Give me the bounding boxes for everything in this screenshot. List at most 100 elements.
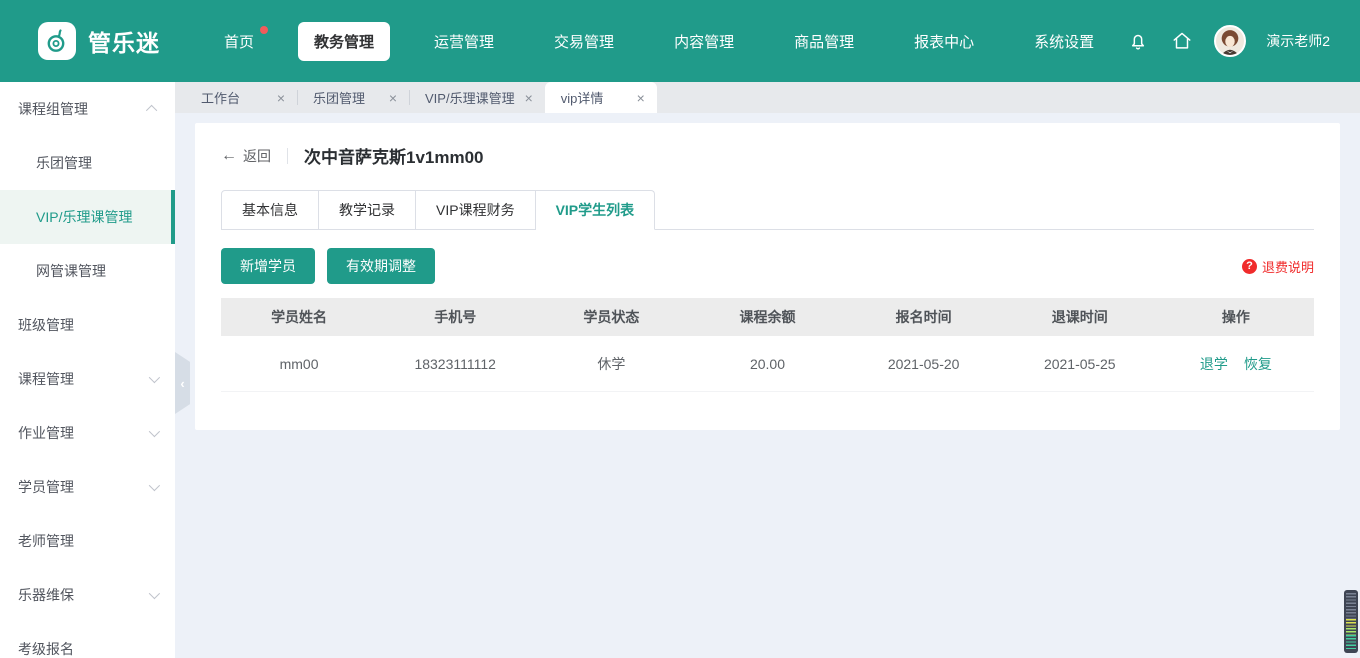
top-navbar: 管乐迷 首页 教务管理 运营管理 交易管理 内容管理 商品管理 报 <box>0 0 1360 82</box>
nav-item-academic-admin[interactable]: 教务管理 <box>298 22 390 61</box>
back-arrow-icon: ← <box>221 147 237 165</box>
drop-out-link[interactable]: 退学 <box>1200 354 1228 374</box>
back-button[interactable]: ← 返回 <box>221 146 271 166</box>
nav-item-products[interactable]: 商品管理 <box>778 22 870 61</box>
tab-workbench[interactable]: 工作台 × <box>185 82 297 113</box>
divider <box>287 148 288 164</box>
sidebar-item-label: 班级管理 <box>18 315 74 335</box>
column-header: 操作 <box>1158 307 1314 327</box>
sidebar-item-course-group[interactable]: 课程组管理 <box>0 82 175 136</box>
cell-student-name: mm00 <box>221 356 377 372</box>
logo-icon <box>38 22 76 60</box>
nav-item-transactions[interactable]: 交易管理 <box>538 22 630 61</box>
navbar-right: 演示老师2 <box>1126 25 1330 57</box>
home-icon[interactable] <box>1170 29 1194 53</box>
close-icon[interactable]: × <box>277 90 285 106</box>
sidebar-item-label: 网管课管理 <box>36 261 106 281</box>
tab-teaching-records[interactable]: 教学记录 <box>319 190 416 230</box>
chevron-down-icon <box>149 372 160 383</box>
sidebar-item-label: 考级报名 <box>18 639 74 658</box>
tab-label: 教学记录 <box>339 202 395 218</box>
tab-label: 乐团管理 <box>313 88 365 107</box>
chevron-down-icon <box>149 480 160 491</box>
student-table: 学员姓名 手机号 学员状态 课程余额 报名时间 退课时间 操作 mm00 183… <box>221 298 1314 392</box>
sidebar-item-orchestra[interactable]: 乐团管理 <box>0 136 175 190</box>
tab-orchestra-admin[interactable]: 乐团管理 × <box>297 82 409 113</box>
sidebar-item-exam-registration[interactable]: 考级报名 <box>0 622 175 658</box>
nav-item-operations[interactable]: 运营管理 <box>418 22 510 61</box>
chevron-up-icon <box>146 105 157 116</box>
sidebar-item-instrument-maintenance[interactable]: 乐器维保 <box>0 568 175 622</box>
close-icon[interactable]: × <box>637 90 645 106</box>
tab-vip-detail[interactable]: vip详情 × <box>545 82 657 113</box>
refund-note-link[interactable]: ? 退费说明 <box>1242 257 1314 276</box>
cell-withdraw-date: 2021-05-25 <box>1002 356 1158 372</box>
back-label: 返回 <box>243 146 271 166</box>
avatar[interactable] <box>1214 25 1246 57</box>
tab-label: VIP/乐理课管理 <box>425 88 515 107</box>
detail-tabs: 基本信息 教学记录 VIP课程财务 VIP学生列表 <box>221 190 1314 230</box>
adjust-validity-button[interactable]: 有效期调整 <box>327 248 435 284</box>
close-icon[interactable]: × <box>525 90 533 106</box>
sidebar-item-online-class[interactable]: 网管课管理 <box>0 244 175 298</box>
tab-basic-info[interactable]: 基本信息 <box>221 190 319 230</box>
sidebar-item-student-admin[interactable]: 学员管理 <box>0 460 175 514</box>
sidebar-item-class-admin[interactable]: 班级管理 <box>0 298 175 352</box>
sidebar-item-label: 课程管理 <box>18 369 74 389</box>
detail-card: ← 返回 次中音萨克斯1v1mm00 基本信息 教学记录 <box>195 123 1340 430</box>
cell-status: 休学 <box>533 354 689 374</box>
tab-label: VIP课程财务 <box>436 202 515 218</box>
app-window: 管乐迷 首页 教务管理 运营管理 交易管理 内容管理 商品管理 报 <box>0 0 1360 658</box>
nav-item-home[interactable]: 首页 <box>208 22 270 61</box>
nav-item-label: 运营管理 <box>434 34 494 51</box>
question-icon: ? <box>1242 259 1257 274</box>
cell-phone: 18323111112 <box>377 356 533 372</box>
nav-item-content[interactable]: 内容管理 <box>658 22 750 61</box>
tab-label: 工作台 <box>201 88 240 107</box>
column-header: 退课时间 <box>1002 307 1158 327</box>
sidebar-item-course-admin[interactable]: 课程管理 <box>0 352 175 406</box>
cell-actions: 退学 恢复 <box>1158 354 1314 374</box>
nav-item-reports[interactable]: 报表中心 <box>898 22 990 61</box>
close-icon[interactable]: × <box>389 90 397 106</box>
tab-vip-course-finance[interactable]: VIP课程财务 <box>416 190 536 230</box>
sidebar-item-vip-music-theory[interactable]: VIP/乐理课管理 <box>0 190 175 244</box>
sidebar-item-label: 乐器维保 <box>18 585 74 605</box>
user-name[interactable]: 演示老师2 <box>1266 31 1330 51</box>
cell-balance: 20.00 <box>689 356 845 372</box>
main-nav: 首页 教务管理 运营管理 交易管理 内容管理 商品管理 报表中心 系统设置 <box>208 22 1110 61</box>
restore-link[interactable]: 恢复 <box>1244 354 1272 374</box>
sidebar-collapse-handle[interactable]: ‹ <box>175 352 190 414</box>
chevron-down-icon <box>149 588 160 599</box>
nav-item-label: 交易管理 <box>554 34 614 51</box>
content-area: ← 返回 次中音萨克斯1v1mm00 基本信息 教学记录 <box>175 113 1360 658</box>
add-student-button[interactable]: 新增学员 <box>221 248 315 284</box>
nav-item-label: 教务管理 <box>314 34 374 51</box>
tab-label: 基本信息 <box>242 202 298 218</box>
back-row: ← 返回 次中音萨克斯1v1mm00 <box>221 143 1314 168</box>
nav-item-label: 首页 <box>224 34 254 51</box>
collapse-chevron-icon: ‹ <box>180 376 184 391</box>
page-title: 次中音萨克斯1v1mm00 <box>304 143 484 168</box>
sidebar: 课程组管理 乐团管理 VIP/乐理课管理 网管课管理 班级管理 课程管理 作业管… <box>0 82 175 658</box>
page-tabbar: 工作台 × 乐团管理 × VIP/乐理课管理 × vip详情 × <box>175 82 1360 113</box>
scroll-widget-segment <box>1346 593 1356 619</box>
scroll-widget[interactable] <box>1344 590 1358 653</box>
sidebar-item-teacher-admin[interactable]: 老师管理 <box>0 514 175 568</box>
logo[interactable]: 管乐迷 <box>38 22 160 60</box>
scroll-widget-segment <box>1346 619 1356 628</box>
tab-label: vip详情 <box>561 88 604 107</box>
table-row: mm00 18323111112 休学 20.00 2021-05-20 202… <box>221 336 1314 392</box>
sidebar-item-label: VIP/乐理课管理 <box>36 207 132 227</box>
logo-text: 管乐迷 <box>88 24 160 58</box>
sidebar-item-label: 乐团管理 <box>36 153 92 173</box>
sidebar-item-label: 老师管理 <box>18 531 74 551</box>
nav-item-settings[interactable]: 系统设置 <box>1018 22 1110 61</box>
sidebar-item-homework-admin[interactable]: 作业管理 <box>0 406 175 460</box>
tab-vip-student-list[interactable]: VIP学生列表 <box>536 190 656 230</box>
column-header: 手机号 <box>377 307 533 327</box>
bell-icon[interactable] <box>1126 29 1150 53</box>
nav-item-label: 报表中心 <box>914 34 974 51</box>
nav-item-label: 内容管理 <box>674 34 734 51</box>
tab-vip-music-theory-admin[interactable]: VIP/乐理课管理 × <box>409 82 545 113</box>
